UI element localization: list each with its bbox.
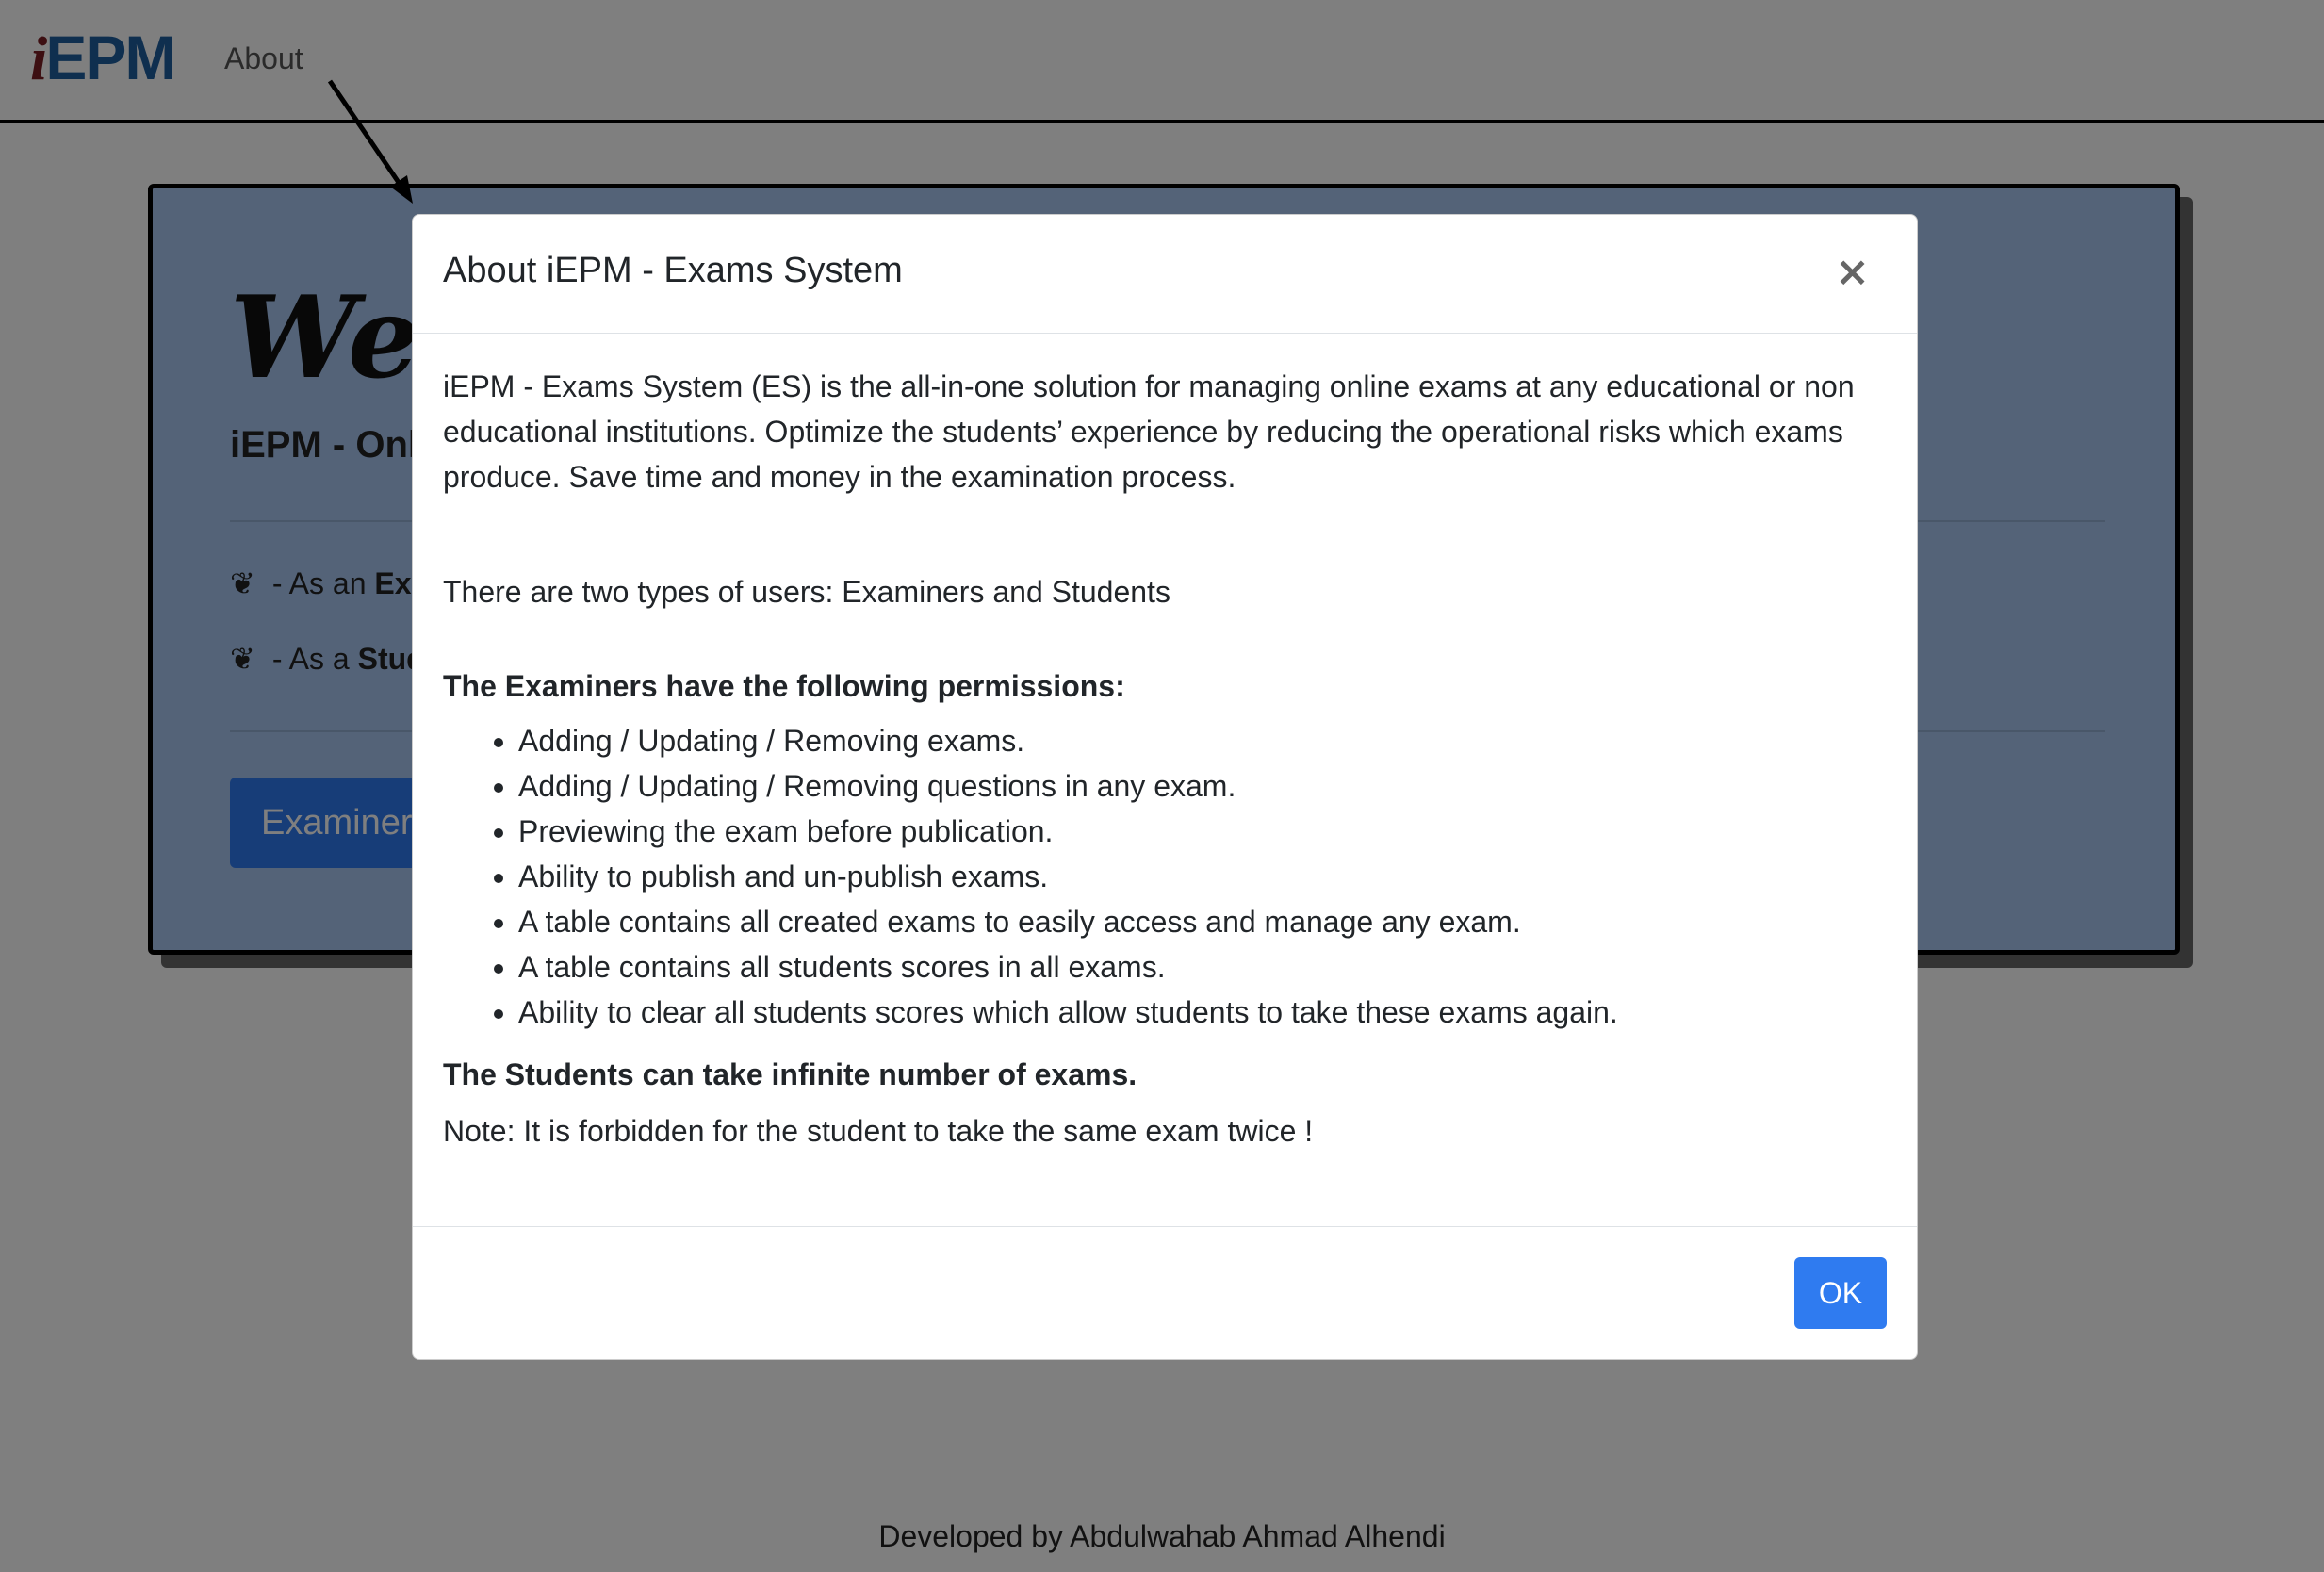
close-icon[interactable]: ×	[1829, 251, 1875, 294]
modal-header: About iEPM - Exams System ×	[413, 215, 1917, 334]
ok-button[interactable]: OK	[1794, 1257, 1887, 1329]
modal-body: iEPM - Exams System (ES) is the all-in-o…	[443, 364, 1875, 1154]
examiners-heading: The Examiners have the following permiss…	[443, 669, 1125, 703]
list-item: A table contains all students scores in …	[518, 944, 1875, 990]
intro-paragraph: iEPM - Exams System (ES) is the all-in-o…	[443, 369, 1855, 494]
user-types-text: There are two types of users: Examiners …	[443, 575, 1170, 609]
modal-footer: OK	[413, 1226, 1917, 1359]
note-text: Note: It is forbidden for the student to…	[443, 1114, 1314, 1148]
list-item: Ability to clear all students scores whi…	[518, 990, 1875, 1035]
modal-title: About iEPM - Exams System	[443, 251, 903, 290]
list-item: A table contains all created exams to ea…	[518, 899, 1875, 944]
list-item: Ability to publish and un-publish exams.	[518, 854, 1875, 899]
list-item: Adding / Updating / Removing questions i…	[518, 763, 1875, 809]
about-modal: About iEPM - Exams System × iEPM - Exams…	[412, 214, 1918, 1360]
list-item: Adding / Updating / Removing exams.	[518, 718, 1875, 763]
list-item: Previewing the exam before publication.	[518, 809, 1875, 854]
students-heading: The Students can take infinite number of…	[443, 1057, 1137, 1091]
permissions-list: Adding / Updating / Removing exams. Addi…	[443, 718, 1875, 1035]
